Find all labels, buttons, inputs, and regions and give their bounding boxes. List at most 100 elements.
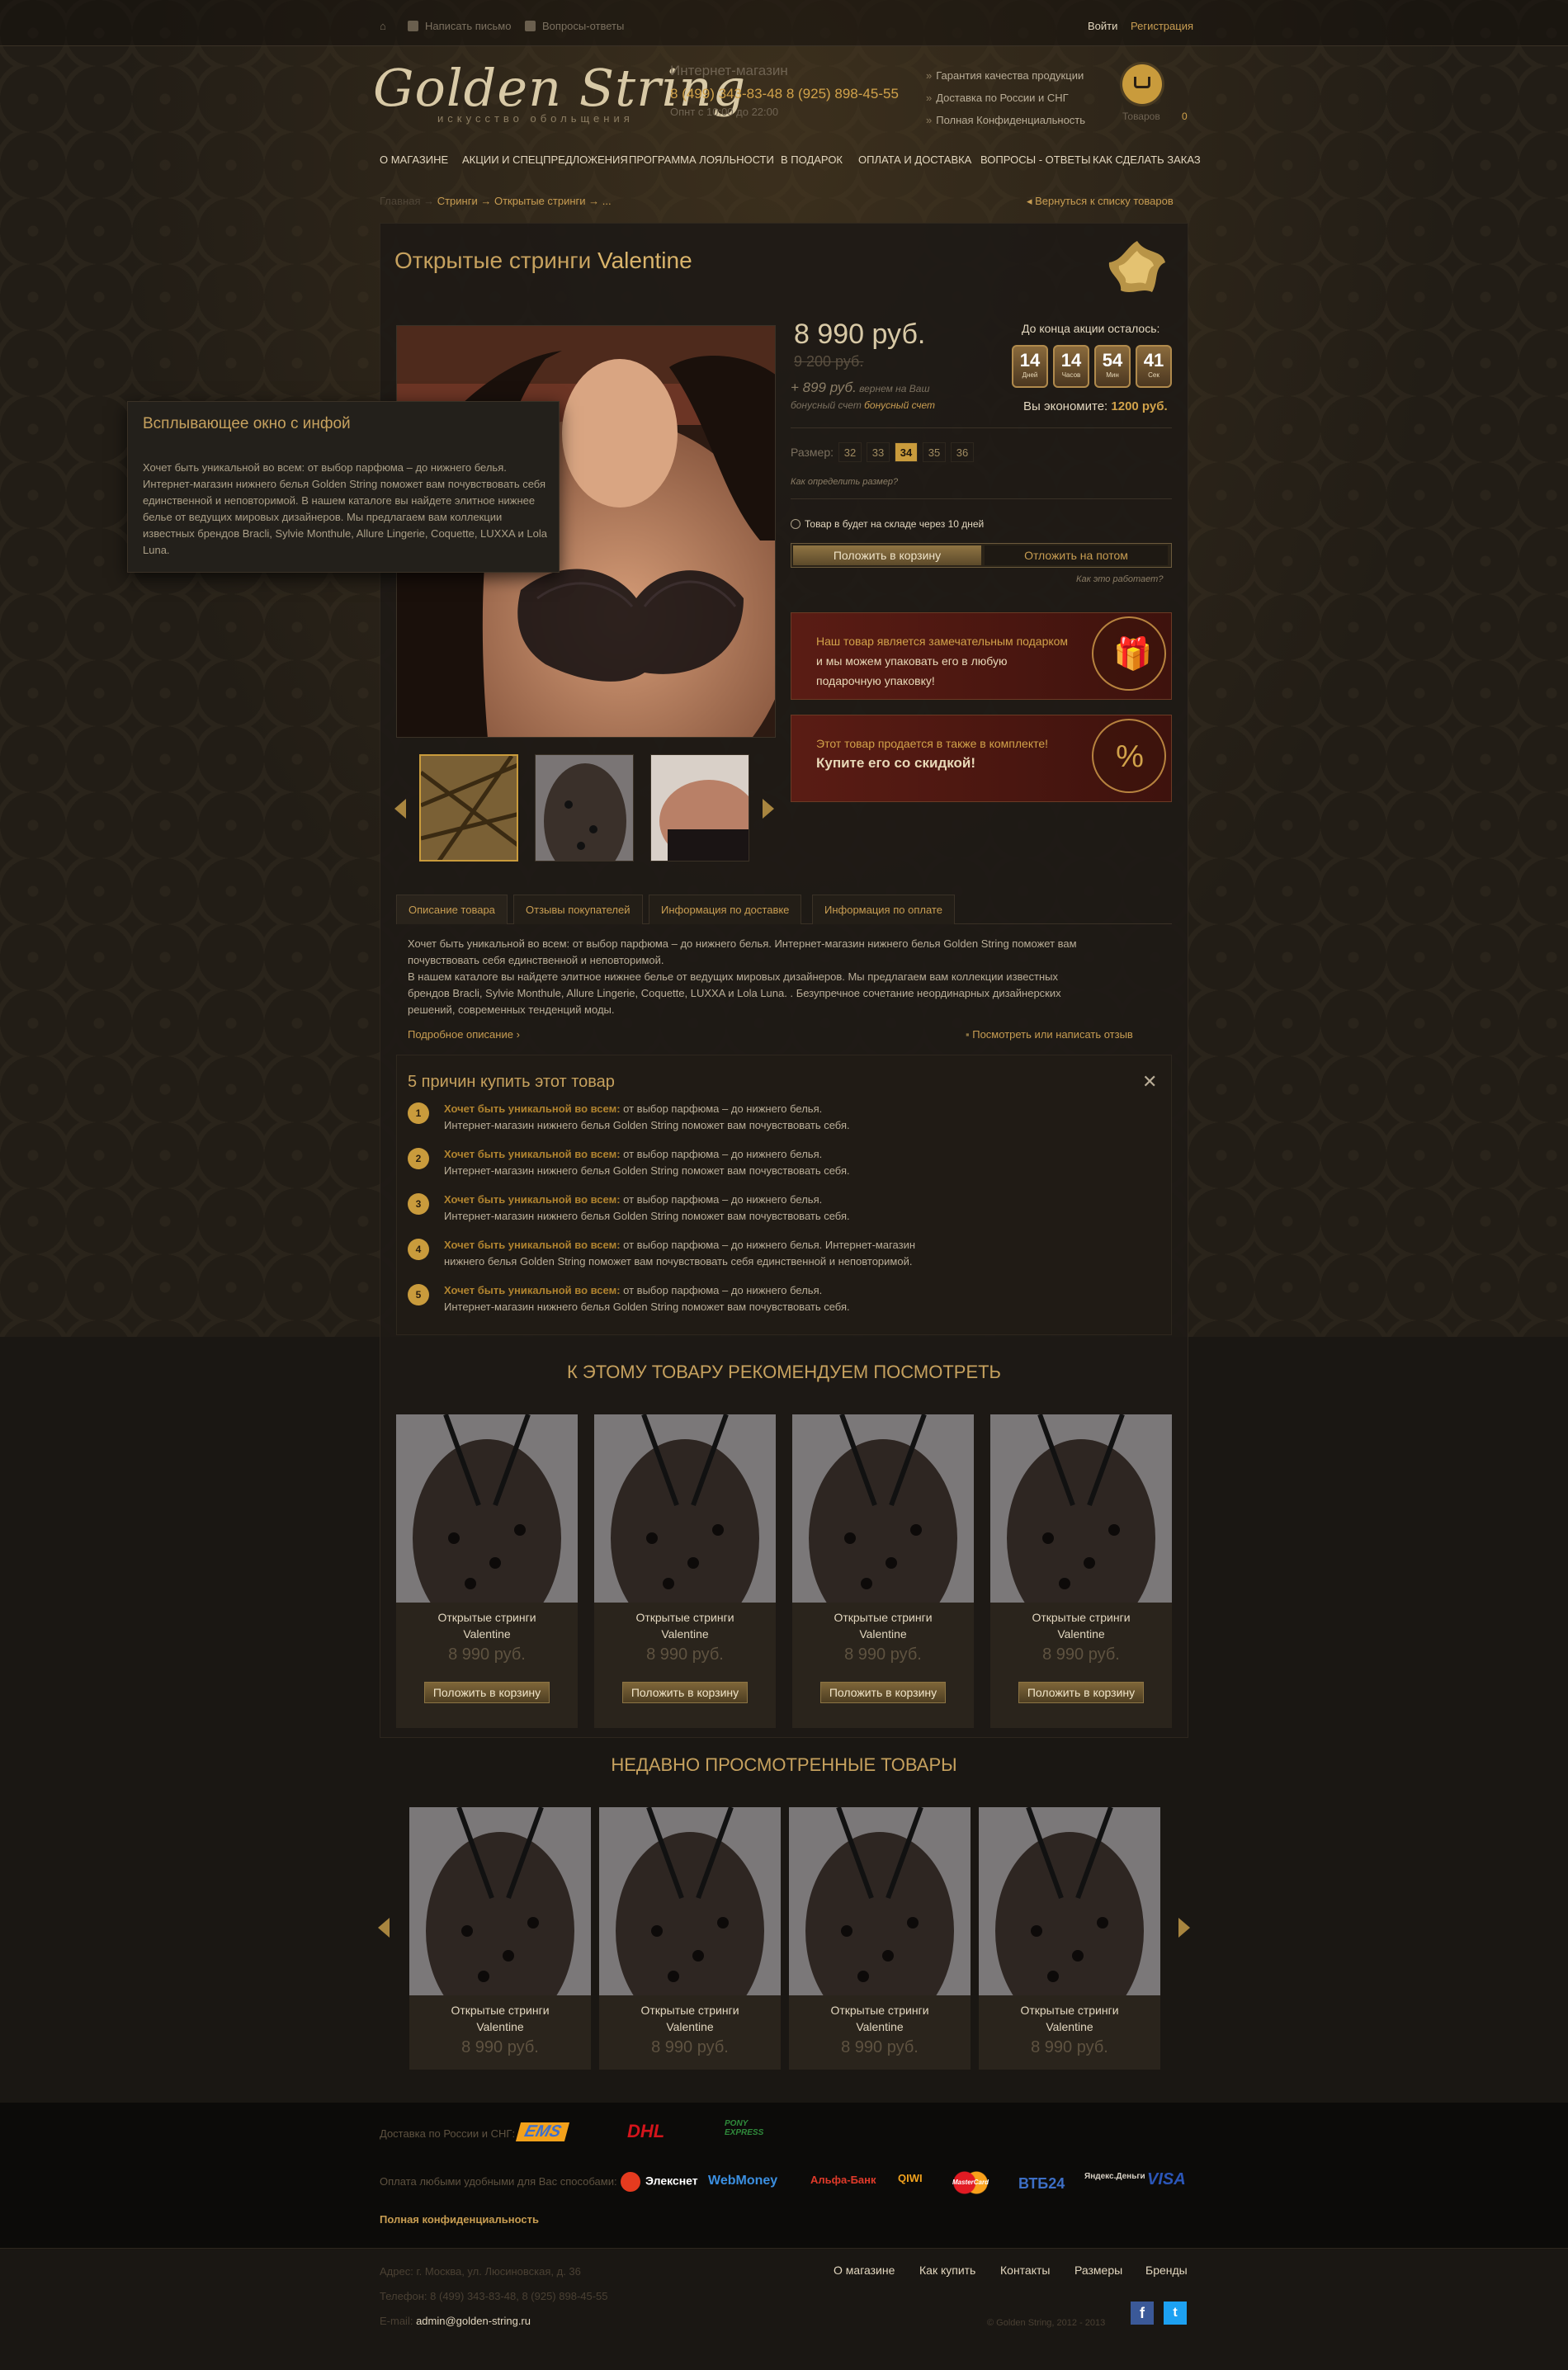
full-description-link[interactable]: Подробное описание: [408, 1028, 520, 1041]
card-price: 8 990 руб.: [1042, 1645, 1120, 1664]
footer-link-howbuy[interactable]: Как купить: [919, 2264, 975, 2277]
breadcrumb-category[interactable]: Стринги → Открытые стринги → ...: [437, 195, 612, 207]
add-to-cart-button[interactable]: Положить в корзину: [793, 545, 981, 565]
reason-number: 3: [408, 1193, 429, 1215]
feature-item[interactable]: Гарантия качества продукции: [926, 64, 1085, 87]
how-it-works-link[interactable]: Как это работает?: [1076, 574, 1163, 584]
nav-item-faq[interactable]: ВОПРОСЫ - ОТВЕТЫ: [980, 153, 1091, 166]
nav-item-about[interactable]: О МАГАЗИНЕ: [380, 153, 448, 166]
bonus-text: бонусный счет: [791, 399, 865, 411]
write-review-link[interactable]: ▪ Посмотреть или написать отзыв: [966, 1028, 1133, 1041]
footer-link-sizes[interactable]: Размеры: [1074, 2264, 1122, 2277]
info-popup: Всплывающее окно с инфой Хочет быть уник…: [127, 401, 560, 573]
card-image: [979, 1807, 1160, 1995]
reason-number: 5: [408, 1284, 429, 1305]
shop-info: Интернет-магазин 8 (499) 343-83-48 8 (92…: [670, 63, 899, 118]
recent-card[interactable]: Открытые стринги Valentine 8 990 руб.: [409, 1807, 591, 2070]
reason-number: 4: [408, 1239, 429, 1260]
card-name: Valentine: [1046, 2020, 1093, 2033]
feature-item[interactable]: Полная Конфиденциальность: [926, 109, 1085, 131]
nav-item-payment[interactable]: ОПЛАТА И ДОСТАВКА: [858, 153, 971, 166]
card-add-to-cart-button[interactable]: Положить в корзину: [424, 1682, 550, 1703]
size-help-link[interactable]: Как определить размер?: [791, 477, 898, 487]
home-icon[interactable]: ⌂: [380, 20, 386, 32]
card-price: 8 990 руб.: [841, 2038, 919, 2056]
tab-delivery[interactable]: Информация по доставке: [649, 895, 802, 924]
recent-next-arrow[interactable]: [1178, 1918, 1190, 1938]
close-icon[interactable]: ✕: [1142, 1071, 1157, 1093]
main-nav: О МАГАЗИНЕ АКЦИИ И СПЕЦПРЕДЛОЖЕНИЯ ПРОГР…: [373, 149, 1201, 173]
recent-card[interactable]: Открытые стринги Valentine 8 990 руб.: [979, 1807, 1160, 2070]
tab-description[interactable]: Описание товара: [396, 895, 508, 924]
product-card[interactable]: Открытые стринги Valentine 8 990 руб. Пол…: [396, 1414, 578, 1728]
faq-link[interactable]: Вопросы-ответы: [525, 20, 624, 32]
save-for-later-button[interactable]: Отложить на потом: [985, 545, 1168, 565]
thumbnail[interactable]: [535, 754, 634, 862]
thumbnail[interactable]: [419, 754, 518, 862]
recent-card[interactable]: Открытые стринги Valentine 8 990 руб.: [599, 1807, 781, 2070]
card-add-to-cart-button[interactable]: Положить в корзину: [1018, 1682, 1144, 1703]
webmoney-logo: WebMoney: [708, 2174, 778, 2188]
footer-link-about[interactable]: О магазине: [834, 2264, 895, 2277]
thumb-image: [421, 756, 517, 860]
cart-button[interactable]: [1122, 64, 1162, 104]
thumb-image: [651, 755, 749, 861]
reason-text: нижнего белья Golden String поможет вам …: [444, 1255, 913, 1268]
logo-text: Элекснет: [645, 2174, 698, 2188]
login-link[interactable]: Войти: [1088, 20, 1117, 32]
nav-item-howto[interactable]: КАК СДЕЛАТЬ ЗАКАЗ: [1093, 153, 1201, 166]
feature-item[interactable]: Доставка по России и СНГ: [926, 87, 1085, 109]
review-label: Посмотреть или написать отзыв: [972, 1028, 1133, 1041]
footer-link-brands[interactable]: Бренды: [1145, 2264, 1188, 2277]
reason-text: от выбор парфюма – до нижнего белья.: [620, 1148, 823, 1160]
breadcrumb-home[interactable]: Главная →: [380, 195, 434, 207]
facebook-icon[interactable]: f: [1131, 2302, 1154, 2325]
recent-prev-arrow[interactable]: [378, 1918, 390, 1938]
bundle-promo-banner[interactable]: Этот товар продается в также в комплекте…: [791, 715, 1172, 802]
write-link[interactable]: Написать письмо: [408, 20, 511, 32]
gift-promo-banner[interactable]: Наш товар является замечательным подарко…: [791, 612, 1172, 700]
back-to-list-link[interactable]: Вернуться к списку товаров: [1027, 195, 1174, 208]
tab-reviews[interactable]: Отзывы покупателей: [513, 895, 643, 924]
card-add-to-cart-button[interactable]: Положить в корзину: [622, 1682, 748, 1703]
product-card[interactable]: Открытые стринги Valentine 8 990 руб. Пол…: [990, 1414, 1172, 1728]
product-card[interactable]: Открытые стринги Valentine 8 990 руб. Пол…: [594, 1414, 776, 1728]
reason-number: 1: [408, 1102, 429, 1124]
address: Адрес: г. Москва, ул. Люсиновская, д. 36: [380, 2265, 581, 2278]
size-option[interactable]: 36: [951, 442, 974, 462]
nav-item-loyalty[interactable]: ПРОГРАММА ЛОЯЛЬНОСТИ: [629, 153, 774, 166]
twitter-icon[interactable]: t: [1164, 2302, 1187, 2325]
recent-card[interactable]: Открытые стринги Valentine 8 990 руб.: [789, 1807, 971, 2070]
cart-icon: [1134, 77, 1150, 88]
visa-logo: VISA: [1147, 2170, 1186, 2188]
tab-payment[interactable]: Информация по оплате: [812, 895, 955, 924]
stock-text: Товар в будет на складе через 10 дней: [805, 518, 985, 530]
card-add-to-cart-button[interactable]: Положить в корзину: [820, 1682, 946, 1703]
breadcrumb: Главная → Стринги → Открытые стринги → .…: [380, 195, 612, 207]
nav-item-promo[interactable]: АКЦИИ И СПЕЦПРЕДЛОЖЕНИЯ: [462, 153, 628, 166]
card-name: Открытые стринги: [1020, 2004, 1119, 2017]
size-option[interactable]: 32: [838, 442, 862, 462]
bonus-link[interactable]: бонусный счет: [864, 399, 935, 411]
savings: Вы экономите: 1200 руб.: [1023, 399, 1168, 413]
card-name: Valentine: [476, 2020, 524, 2033]
footer-link-contacts[interactable]: Контакты: [1000, 2264, 1050, 2277]
promo-line: и мы можем упаковать его в любую: [816, 654, 1008, 668]
reason-bold: Хочет быть уникальной во всем:: [444, 1148, 621, 1160]
register-link[interactable]: Регистрация: [1131, 20, 1193, 32]
reason-bold: Хочет быть уникальной во всем:: [444, 1102, 621, 1115]
thumbnail[interactable]: [650, 754, 749, 862]
thumb-prev-arrow[interactable]: [394, 799, 406, 819]
thumb-next-arrow[interactable]: [763, 799, 774, 819]
email-link[interactable]: admin@golden-string.ru: [416, 2315, 531, 2327]
size-option-selected[interactable]: 34: [895, 442, 918, 462]
privacy-link[interactable]: Полная конфиденциальность: [380, 2213, 539, 2226]
nav-item-gift[interactable]: В ПОДАРОК: [781, 153, 843, 166]
product-card[interactable]: Открытые стринги Valentine 8 990 руб. Пол…: [792, 1414, 974, 1728]
reason-bold: Хочет быть уникальной во всем:: [444, 1284, 621, 1296]
reason-text: Интернет-магазин нижнего белья Golden St…: [444, 1164, 850, 1177]
size-option[interactable]: 35: [923, 442, 946, 462]
size-option[interactable]: 33: [867, 442, 890, 462]
logo[interactable]: Golden String искусство обольщения: [373, 59, 745, 125]
card-price: 8 990 руб.: [448, 1645, 526, 1664]
